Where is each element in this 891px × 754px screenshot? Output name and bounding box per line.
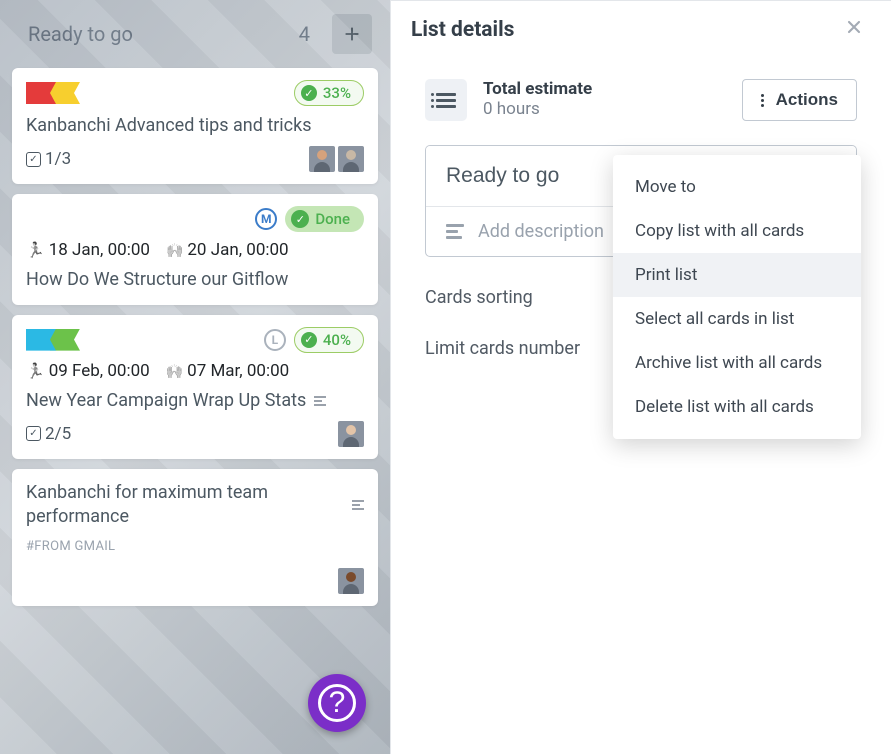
check-icon: ✓ [301,85,317,101]
help-button[interactable]: ? [308,674,366,732]
list-column: Ready to go 4 ✓ 33% Kanbanchi Advan [0,0,390,754]
progress-percent: 40% [323,331,351,349]
checklist-icon: ✓ [26,152,41,167]
card-title: Kanbanchi for maximum team performance [26,481,344,530]
checklist-count: ✓ 1/3 [26,149,71,169]
check-icon: ✓ [291,210,309,228]
start-date-icon [26,240,45,260]
milestone-icon: M [255,208,277,230]
card-labels [26,329,80,351]
description-placeholder: Add description [478,221,604,242]
estimate-value: 0 hours [483,99,592,119]
column-header: Ready to go 4 [12,0,378,68]
progress-percent: 33% [323,84,351,102]
end-date-icon [166,240,183,260]
kebab-icon [761,94,764,107]
card-tag: #FROM GMAIL [26,539,364,554]
checklist-icon: ✓ [26,426,41,441]
panel-title: List details [411,18,514,42]
column-title[interactable]: Ready to go [28,22,133,46]
menu-item-archive-list[interactable]: Archive list with all cards [613,341,861,385]
card-labels [26,82,80,104]
column-card-count: 4 [299,22,310,46]
add-card-button[interactable] [332,14,372,54]
card[interactable]: ✓ 33% Kanbanchi Advanced tips and tricks… [12,68,378,184]
done-chip: ✓ Done [285,206,364,232]
card-assignees [309,146,364,172]
estimate-icon [425,79,467,121]
card[interactable]: Kanbanchi for maximum team performance #… [12,469,378,607]
progress-chip: ✓ 40% [294,327,364,353]
card[interactable]: M ✓ Done 18 Jan, 00:00 20 Jan, 00:00 How… [12,194,378,304]
question-icon: ? [318,684,356,722]
start-date-icon [26,361,45,381]
close-button[interactable] [837,13,871,47]
menu-item-print-list[interactable]: Print list [613,253,861,297]
check-icon: ✓ [301,332,317,348]
description-icon [352,500,364,510]
description-icon [314,396,326,406]
close-icon [844,17,864,37]
card-title: How Do We Structure our Gitflow [26,268,364,292]
avatar [338,421,364,447]
avatar [338,568,364,594]
align-left-icon [446,224,464,239]
actions-label: Actions [776,90,838,110]
label-green [50,329,80,351]
estimate-label: Total estimate [483,79,592,99]
card-dates: 18 Jan, 00:00 20 Jan, 00:00 [26,240,364,260]
list-details-panel: List details Total estimate 0 hours Acti… [390,0,891,754]
menu-item-delete-list[interactable]: Delete list with all cards [613,385,861,429]
progress-chip: ✓ 33% [294,80,364,106]
card-title: Kanbanchi Advanced tips and tricks [26,114,364,138]
card[interactable]: L ✓ 40% 09 Feb, 00:00 07 Mar, 00:00 New … [12,315,378,459]
actions-button[interactable]: Actions [742,79,857,121]
card-dates: 09 Feb, 00:00 07 Mar, 00:00 [26,361,364,381]
card-title: New Year Campaign Wrap Up Stats [26,389,306,413]
done-label: Done [315,210,350,228]
menu-item-copy-list[interactable]: Copy list with all cards [613,209,861,253]
menu-item-select-all[interactable]: Select all cards in list [613,297,861,341]
plus-icon [341,23,363,45]
label-yellow [50,82,80,104]
end-date-icon [166,361,183,381]
clock-icon: L [264,329,286,351]
card-assignees [338,568,364,594]
actions-menu: Move to Copy list with all cards Print l… [613,155,861,439]
checklist-count: ✓ 2/5 [26,424,71,444]
avatar [309,146,335,172]
card-assignees [338,421,364,447]
menu-item-move-to[interactable]: Move to [613,165,861,209]
avatar [338,146,364,172]
